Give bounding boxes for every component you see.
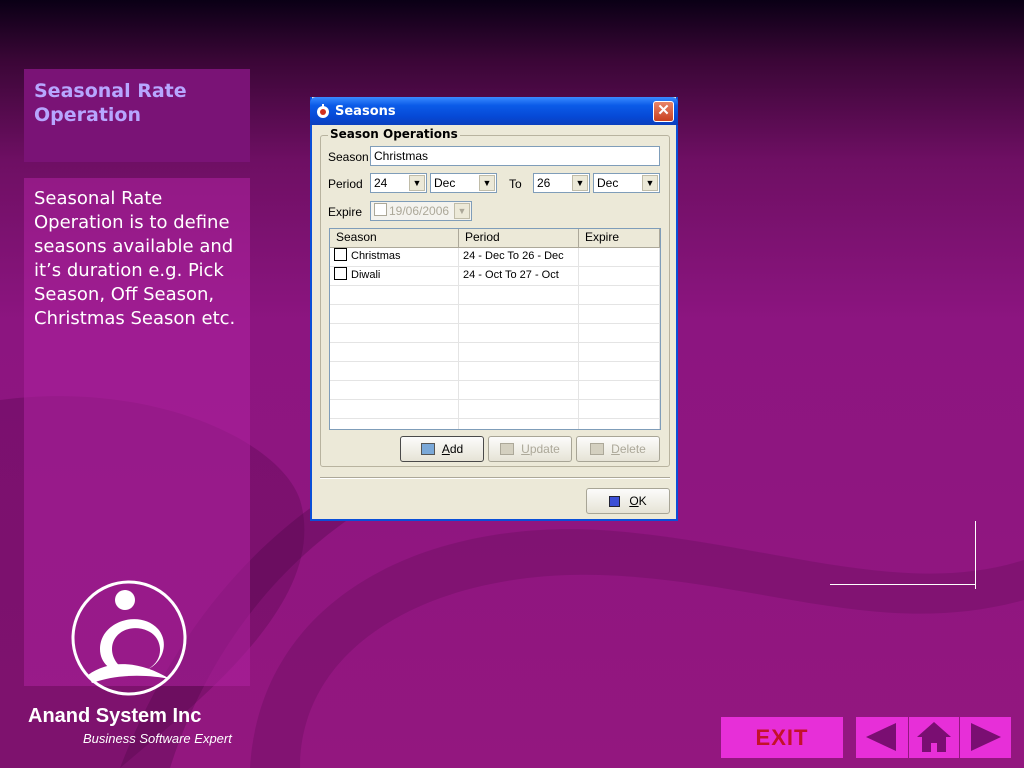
period-from-month-value: Dec	[434, 176, 456, 190]
expire-date-picker[interactable]: 19/06/2006 ▼	[370, 201, 472, 221]
add-icon	[420, 443, 435, 455]
empty-row	[330, 343, 660, 362]
expire-checkbox[interactable]	[374, 203, 387, 216]
row-period: 24 - Oct To 27 - Oct	[459, 267, 579, 285]
row-season: Christmas	[351, 250, 401, 262]
empty-row	[330, 419, 660, 429]
update-label: pdate	[529, 442, 560, 456]
ok-button[interactable]: OK	[586, 488, 670, 514]
empty-row	[330, 362, 660, 381]
table-row[interactable]: Christmas 24 - Dec To 26 - Dec	[330, 248, 660, 267]
group-label: Season Operations	[328, 127, 460, 141]
chevron-down-icon[interactable]: ▼	[572, 175, 588, 191]
column-header-expire[interactable]: Expire	[579, 229, 660, 247]
close-icon: ✕	[657, 102, 670, 119]
period-from-day-value: 24	[374, 176, 388, 190]
app-icon	[317, 104, 329, 118]
row-period: 24 - Dec To 26 - Dec	[459, 248, 579, 266]
home-button[interactable]	[909, 717, 959, 758]
decorative-line	[830, 584, 976, 585]
add-button[interactable]: Add	[400, 436, 484, 462]
company-name: Anand System Inc	[28, 705, 202, 727]
previous-button[interactable]	[856, 717, 908, 758]
arrow-right-icon	[971, 723, 1001, 751]
seasons-window: Seasons ✕ Season Operations Season Chris…	[310, 97, 678, 521]
empty-row	[330, 286, 660, 305]
period-from-day-select[interactable]: 24 ▼	[370, 173, 427, 193]
expire-date-value: 19/06/2006	[389, 204, 450, 218]
chevron-down-icon[interactable]: ▼	[454, 203, 470, 219]
empty-row	[330, 324, 660, 343]
period-label: Period	[328, 177, 363, 191]
chevron-down-icon[interactable]: ▼	[642, 175, 658, 191]
delete-label-access-key: D	[611, 442, 620, 456]
season-input[interactable]: Christmas	[370, 146, 660, 166]
add-label-access-key: A	[441, 442, 450, 456]
decorative-line	[975, 521, 976, 589]
window-title: Seasons	[335, 104, 396, 119]
column-header-period[interactable]: Period	[459, 229, 579, 247]
delete-label: elete	[619, 442, 646, 456]
row-expire	[579, 267, 660, 285]
company-tagline: Business Software Expert	[83, 731, 232, 746]
period-to-month-select[interactable]: Dec ▼	[593, 173, 660, 193]
ok-label-access-key: O	[629, 494, 639, 508]
divider	[320, 477, 670, 479]
update-icon	[500, 443, 515, 455]
exit-button[interactable]: EXIT	[721, 717, 843, 758]
table-row[interactable]: Diwali 24 - Oct To 27 - Oct	[330, 267, 660, 286]
chevron-down-icon[interactable]: ▼	[479, 175, 495, 191]
empty-row	[330, 400, 660, 419]
next-button[interactable]	[960, 717, 1011, 758]
season-label: Season	[328, 150, 369, 164]
period-to-day-select[interactable]: 26 ▼	[533, 173, 590, 193]
period-to-day-value: 26	[537, 176, 551, 190]
check-icon	[609, 496, 621, 507]
update-button[interactable]: Update	[488, 436, 572, 462]
list-header: Season Period Expire	[330, 229, 660, 248]
update-label-access-key: U	[521, 442, 530, 456]
chevron-down-icon[interactable]: ▼	[409, 175, 425, 191]
arrow-left-icon	[866, 723, 896, 751]
expire-label: Expire	[328, 205, 363, 219]
season-input-value: Christmas	[374, 149, 429, 163]
delete-button[interactable]: Delete	[576, 436, 660, 462]
empty-row	[330, 381, 660, 400]
seasons-list[interactable]: Season Period Expire Christmas 24 - Dec …	[329, 228, 661, 430]
company-logo	[71, 580, 187, 696]
close-button[interactable]: ✕	[653, 101, 674, 122]
to-label: To	[509, 177, 522, 191]
window-titlebar[interactable]: Seasons ✕	[310, 97, 678, 125]
home-icon	[917, 722, 951, 752]
period-from-month-select[interactable]: Dec ▼	[430, 173, 497, 193]
row-season: Diwali	[351, 269, 381, 281]
row-checkbox[interactable]	[334, 267, 347, 280]
row-expire	[579, 248, 660, 266]
empty-row	[330, 305, 660, 324]
slide-description: Seasonal Rate Operation is to define sea…	[34, 188, 236, 329]
column-header-season[interactable]: Season	[330, 229, 459, 247]
period-to-month-value: Dec	[597, 176, 619, 190]
slide-title: Seasonal Rate Operation	[34, 80, 187, 126]
add-label: dd	[449, 442, 464, 456]
slide-title-panel: Seasonal Rate Operation	[24, 69, 250, 162]
ok-label: K	[638, 494, 647, 508]
delete-icon	[590, 443, 605, 455]
row-checkbox[interactable]	[334, 248, 347, 261]
